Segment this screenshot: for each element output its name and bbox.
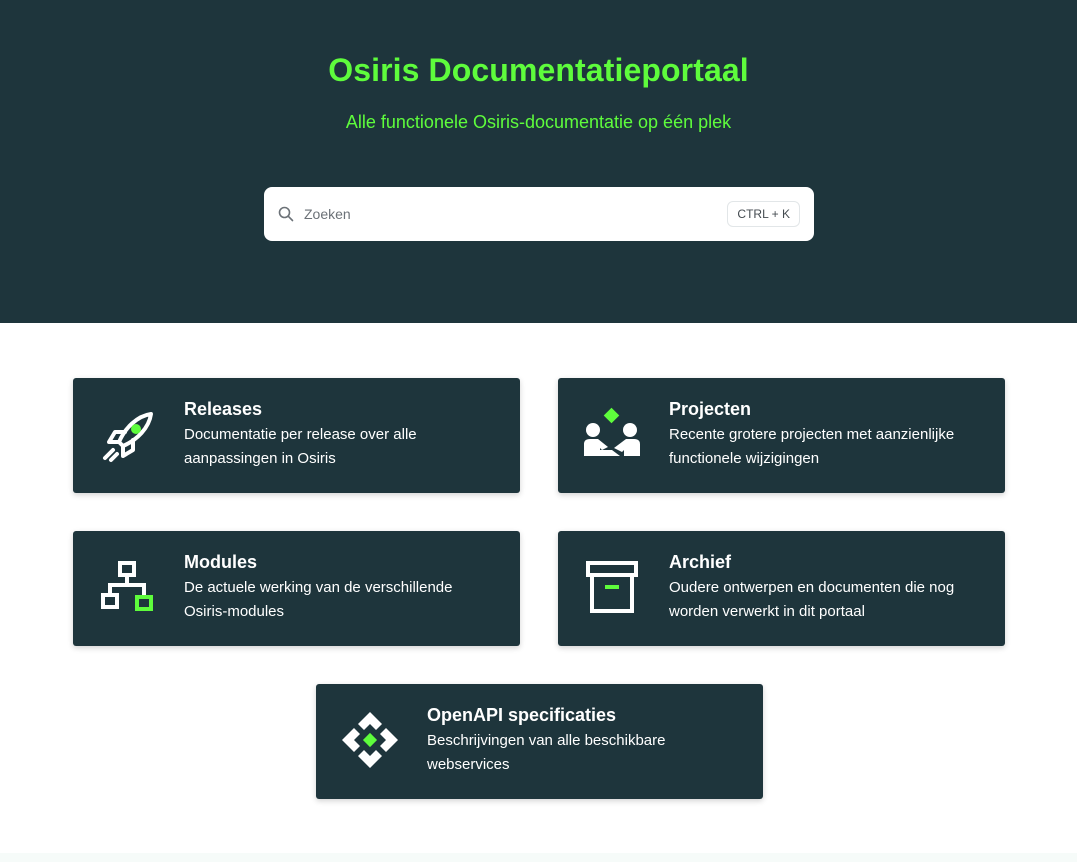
search-box[interactable]: CTRL + K — [264, 187, 814, 241]
archive-box-icon — [586, 561, 638, 613]
card-openapi-specificaties[interactable]: OpenAPI specificaties Beschrijvingen van… — [316, 684, 763, 799]
card-description: Oudere ontwerpen en documenten die nog w… — [669, 579, 955, 620]
card-title: Archief — [669, 552, 732, 572]
card-modules[interactable]: Modules De actuele werking van de versch… — [73, 531, 520, 646]
card-projecten[interactable]: Projecten Recente grotere projecten met … — [558, 378, 1005, 493]
search-icon — [278, 206, 294, 222]
card-title: Releases — [184, 399, 263, 419]
page-subtitle: Alle functionele Osiris-documentatie op … — [345, 112, 732, 132]
search-input[interactable] — [304, 199, 704, 229]
card-archief[interactable]: Archief Oudere ontwerpen en documenten d… — [558, 531, 1005, 646]
card-description: Beschrijvingen van alle beschikbare webs… — [427, 732, 666, 773]
rocket-icon — [103, 412, 153, 462]
handshake-icon — [584, 407, 640, 456]
card-releases[interactable]: Releases Documentatie per release over a… — [73, 378, 520, 493]
card-title: OpenAPI specificaties — [427, 705, 617, 725]
card-description: De actuele werking van de verschillende … — [184, 579, 453, 620]
card-description: Recente grotere projecten met aanzienlij… — [669, 426, 955, 467]
footer-strip — [0, 853, 1077, 862]
hero-banner: Osiris Documentatieportaal Alle function… — [0, 0, 1077, 323]
page-title: Osiris Documentatieportaal — [328, 52, 749, 88]
card-title: Projecten — [669, 399, 752, 419]
card-description: Documentatie per release over alle aanpa… — [184, 426, 417, 467]
sitemap-icon — [101, 561, 153, 611]
card-title: Modules — [184, 552, 258, 572]
keyboard-shortcut-badge: CTRL + K — [727, 201, 800, 227]
api-diamond-icon — [342, 712, 398, 768]
